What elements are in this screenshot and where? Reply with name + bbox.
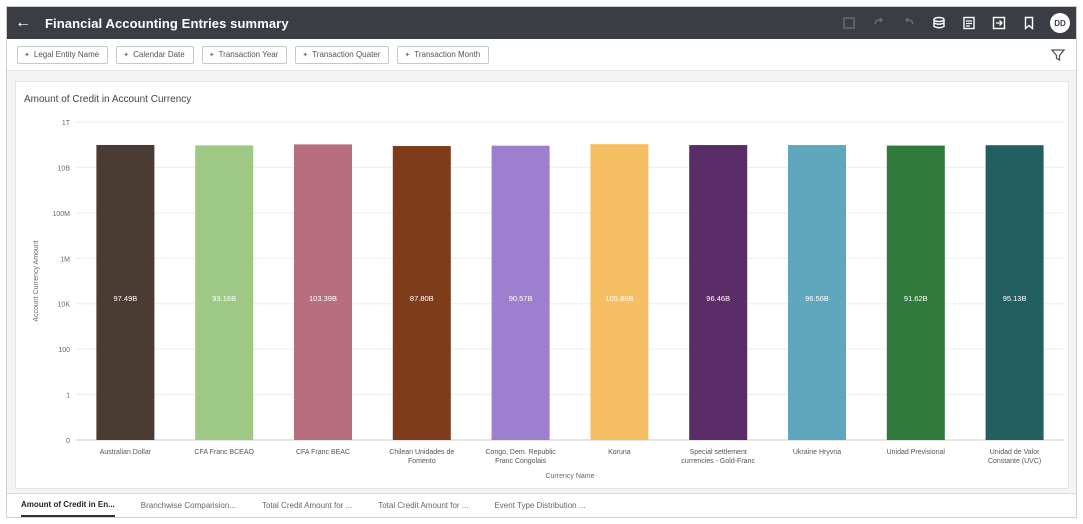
filter-label: Calendar Date — [133, 50, 185, 59]
bar-data-label: 90.57B — [509, 294, 533, 303]
tab-total-credit-amount-1[interactable]: Total Credit Amount for ... — [262, 495, 352, 516]
bar — [886, 145, 945, 441]
app-window: ← Financial Accounting Entries summary D… — [6, 6, 1077, 518]
pin-icon: ✦ — [404, 51, 411, 59]
filter-transaction-quater[interactable]: ✦ Transaction Quater — [295, 45, 390, 64]
bar-chart: 1T 10B 100M 1M 10K 100 1 0 Account Currency Amou… — [33, 120, 1064, 480]
x-tick-label: Unidad Previsional — [887, 449, 946, 456]
filter-label: Legal Entity Name — [33, 50, 100, 59]
x-tick-label: Unidad de Valor — [990, 449, 1040, 456]
bar-data-label: 105.88B — [605, 294, 633, 303]
filter-label: Transaction Year — [218, 50, 279, 59]
filter-legal-entity-name[interactable]: ✦ Legal Entity Name — [17, 45, 109, 64]
export-icon[interactable] — [990, 14, 1008, 32]
y-tick-label: 10K — [58, 302, 71, 309]
x-tick-label: Koruna — [608, 449, 631, 456]
x-tick-label: Congo, Dem. Republic — [485, 449, 556, 456]
x-tick-label: Constante (UVC) — [988, 458, 1041, 465]
bar — [392, 145, 451, 440]
bar-data-label: 103.39B — [309, 294, 337, 303]
y-tick-label: 1T — [62, 120, 71, 127]
bookmark-icon[interactable] — [1020, 14, 1038, 32]
undo-icon[interactable] — [840, 14, 858, 32]
y-tick-label: 10B — [58, 165, 71, 172]
x-axis-label: Currency Name — [545, 473, 594, 480]
bar-data-label: 97.49B — [114, 294, 138, 303]
y-tick-label: 100M — [52, 211, 70, 218]
y-tick-label: 1 — [66, 393, 70, 400]
x-tick-label: currencies - Gold-Franc — [681, 458, 755, 465]
y-tick-label: 0 — [66, 438, 70, 445]
bar-data-label: 93.16B — [212, 294, 236, 303]
x-tick-label: Chilean Unidades de — [389, 449, 454, 456]
present-icon[interactable] — [960, 14, 978, 32]
filter-transaction-month[interactable]: ✦ Transaction Month — [397, 45, 490, 64]
bar-data-label: 96.46B — [706, 294, 730, 303]
pin-icon: ✦ — [123, 51, 130, 59]
x-tick-label: Franc Congolais — [495, 458, 546, 465]
x-tick-label: CFA Franc BEAC — [296, 449, 350, 456]
x-tick-label: Australian Dollar — [100, 449, 152, 456]
tab-event-type-distribution[interactable]: Event Type Distribution ... — [494, 495, 585, 516]
page-title: Financial Accounting Entries summary — [45, 15, 289, 31]
y-tick-label: 100 — [58, 347, 70, 354]
y-axis-label: Account Currency Amount — [33, 240, 40, 321]
data-icon[interactable] — [930, 14, 948, 32]
bar — [985, 145, 1044, 440]
bar — [788, 145, 846, 440]
toolbar: DD — [840, 7, 1070, 39]
chart-canvas: Amount of Credit in Account Currency 1T 1… — [15, 81, 1069, 489]
tab-total-credit-amount-2[interactable]: Total Credit Amount for ... — [378, 495, 468, 516]
bar-data-label: 91.62B — [904, 294, 928, 303]
redo-icon[interactable] — [870, 14, 888, 32]
canvas-tab-bar: Amount of Credit in En... Branchwise Com… — [7, 493, 1076, 517]
bar — [491, 145, 550, 441]
x-tick-label: CFA Franc BCEAO — [194, 449, 254, 456]
bar-data-label: 96.56B — [805, 294, 829, 303]
title-bar: ← Financial Accounting Entries summary D… — [7, 7, 1076, 39]
bar — [294, 144, 352, 440]
filter-transaction-year[interactable]: ✦ Transaction Year — [201, 45, 288, 64]
tab-branchwise-comparision[interactable]: Branchwise Comparision... — [141, 495, 236, 516]
tab-amount-of-credit[interactable]: Amount of Credit in En... — [21, 494, 115, 517]
refresh-icon[interactable] — [900, 14, 918, 32]
bar — [96, 144, 155, 440]
filter-label: Transaction Month — [414, 50, 481, 59]
pin-icon: ✦ — [208, 51, 215, 59]
filter-calendar-date[interactable]: ✦ Calendar Date — [116, 45, 194, 64]
filter-label: Transaction Quater — [312, 50, 381, 59]
filter-funnel-icon[interactable] — [1050, 47, 1066, 63]
x-tick-label: Fomento — [408, 458, 436, 465]
filter-bar: ✦ Legal Entity Name ✦ Calendar Date ✦ Trans… — [7, 39, 1076, 71]
x-tick-label: Special settlement — [690, 449, 747, 456]
bar-data-label: 87.80B — [410, 294, 434, 303]
back-arrow-icon[interactable]: ← — [7, 7, 39, 39]
bar — [195, 145, 254, 440]
pin-icon: ✦ — [302, 51, 309, 59]
pin-icon: ✦ — [24, 51, 30, 59]
avatar[interactable]: DD — [1050, 13, 1070, 33]
bar — [689, 145, 748, 440]
bar — [590, 144, 649, 441]
bar-data-label: 95.13B — [1003, 294, 1027, 303]
y-tick-label: 1M — [60, 256, 70, 263]
x-tick-label: Ukraine Hryvna — [793, 449, 841, 456]
